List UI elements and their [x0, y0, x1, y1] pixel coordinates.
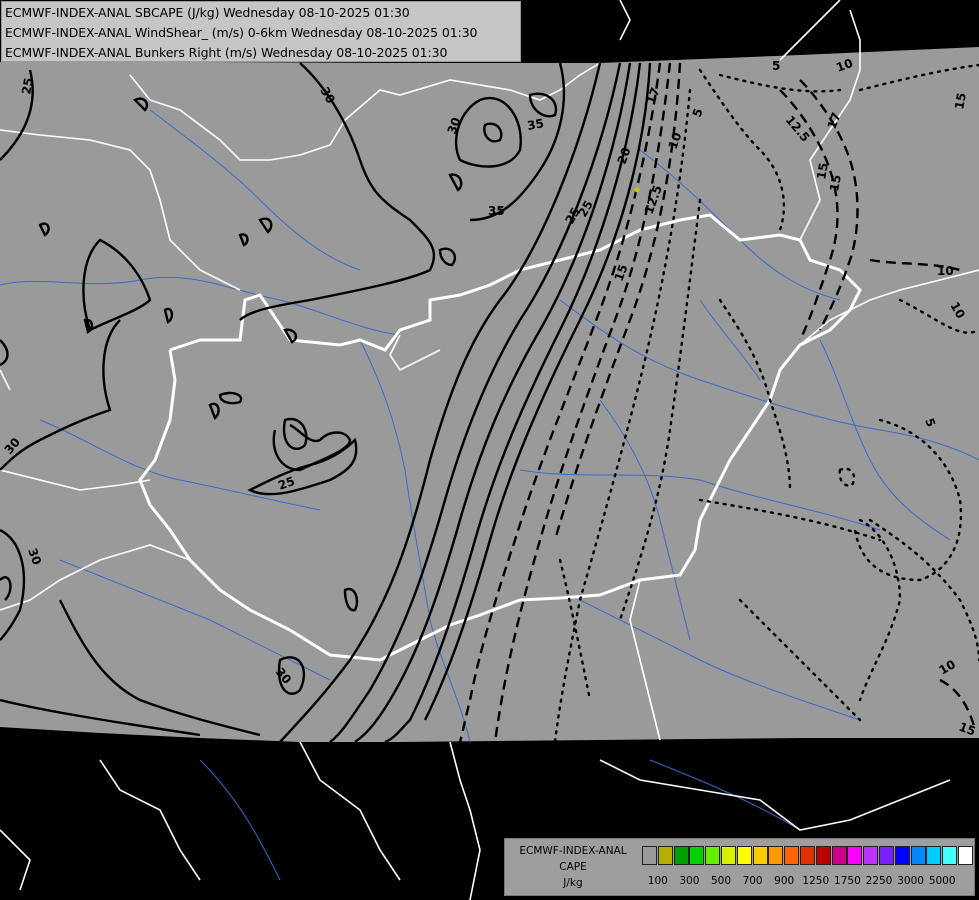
cape-label: 25: [19, 77, 36, 96]
cape-legend: ECMWF-INDEX-ANAL CAPE J/kg 100 300 500 700 9…: [504, 838, 975, 896]
legend-tick-label: 500: [710, 875, 732, 887]
legend-tick-label: 900: [774, 875, 795, 887]
legend-tick-label: 100: [647, 875, 668, 887]
cape-label: 30: [208, 737, 225, 751]
legend-tick-label: 1750: [834, 875, 861, 887]
legend-swatch: [721, 846, 736, 865]
legend-swatch: [736, 846, 752, 865]
bunkers-label: 5: [772, 59, 780, 73]
legend-title-model: ECMWF-INDEX-ANAL: [519, 845, 627, 857]
legend-swatch: [926, 846, 942, 865]
cape-label: 35: [526, 116, 545, 133]
legend-tick-label: 1250: [802, 875, 830, 887]
header-line-windshear: ECMWF-INDEX-ANAL WindShear_ (m/s) 0-6km …: [5, 25, 478, 40]
cape-cell: [634, 187, 640, 193]
legend-title-unit: J/kg: [563, 877, 583, 889]
legend-swatch: [894, 846, 910, 865]
legend-swatch: [958, 846, 973, 865]
legend-swatch: [847, 846, 863, 865]
legend-title-variable: CAPE: [559, 861, 587, 873]
shear-label: 15: [814, 162, 831, 181]
weather-map: 25 30 30 35 35 30 25 30 25 30 25 30 20 1…: [0, 0, 979, 900]
legend-swatch: [642, 846, 657, 865]
legend-swatch: [942, 846, 958, 865]
legend-swatch: [705, 846, 721, 865]
header-box: ECMWF-INDEX-ANAL SBCAPE (J/kg) Wednesday…: [1, 1, 521, 62]
legend-swatch: [768, 846, 784, 865]
bunkers-label: 15: [827, 174, 844, 193]
legend-swatch: [673, 846, 689, 865]
legend-swatch: [863, 846, 879, 865]
legend-swatch: [831, 846, 847, 865]
cape-label: 35: [488, 204, 505, 218]
legend-swatch: [752, 846, 768, 865]
legend-tick-label: 3000: [897, 875, 924, 887]
legend-swatch: [800, 846, 815, 865]
legend-tick-label: 300: [679, 875, 700, 887]
legend-tick-label: 5000: [928, 875, 956, 887]
legend-swatch: [689, 846, 705, 865]
shear-label: 10: [937, 264, 954, 278]
header-line-bunkers: ECMWF-INDEX-ANAL Bunkers Right (m/s) Wed…: [5, 45, 448, 60]
shear-label: 15: [952, 92, 969, 111]
legend-tick-label: 2250: [865, 875, 893, 887]
model-domain: [0, 47, 979, 742]
legend-tick-label: 700: [742, 875, 763, 887]
legend-swatch: [815, 846, 831, 865]
legend-swatch: [784, 846, 800, 865]
legend-swatch: [910, 846, 926, 865]
header-line-sbcape: ECMWF-INDEX-ANAL SBCAPE (J/kg) Wednesday…: [5, 5, 410, 20]
legend-swatch: [657, 846, 673, 865]
legend-swatch: [879, 846, 894, 865]
